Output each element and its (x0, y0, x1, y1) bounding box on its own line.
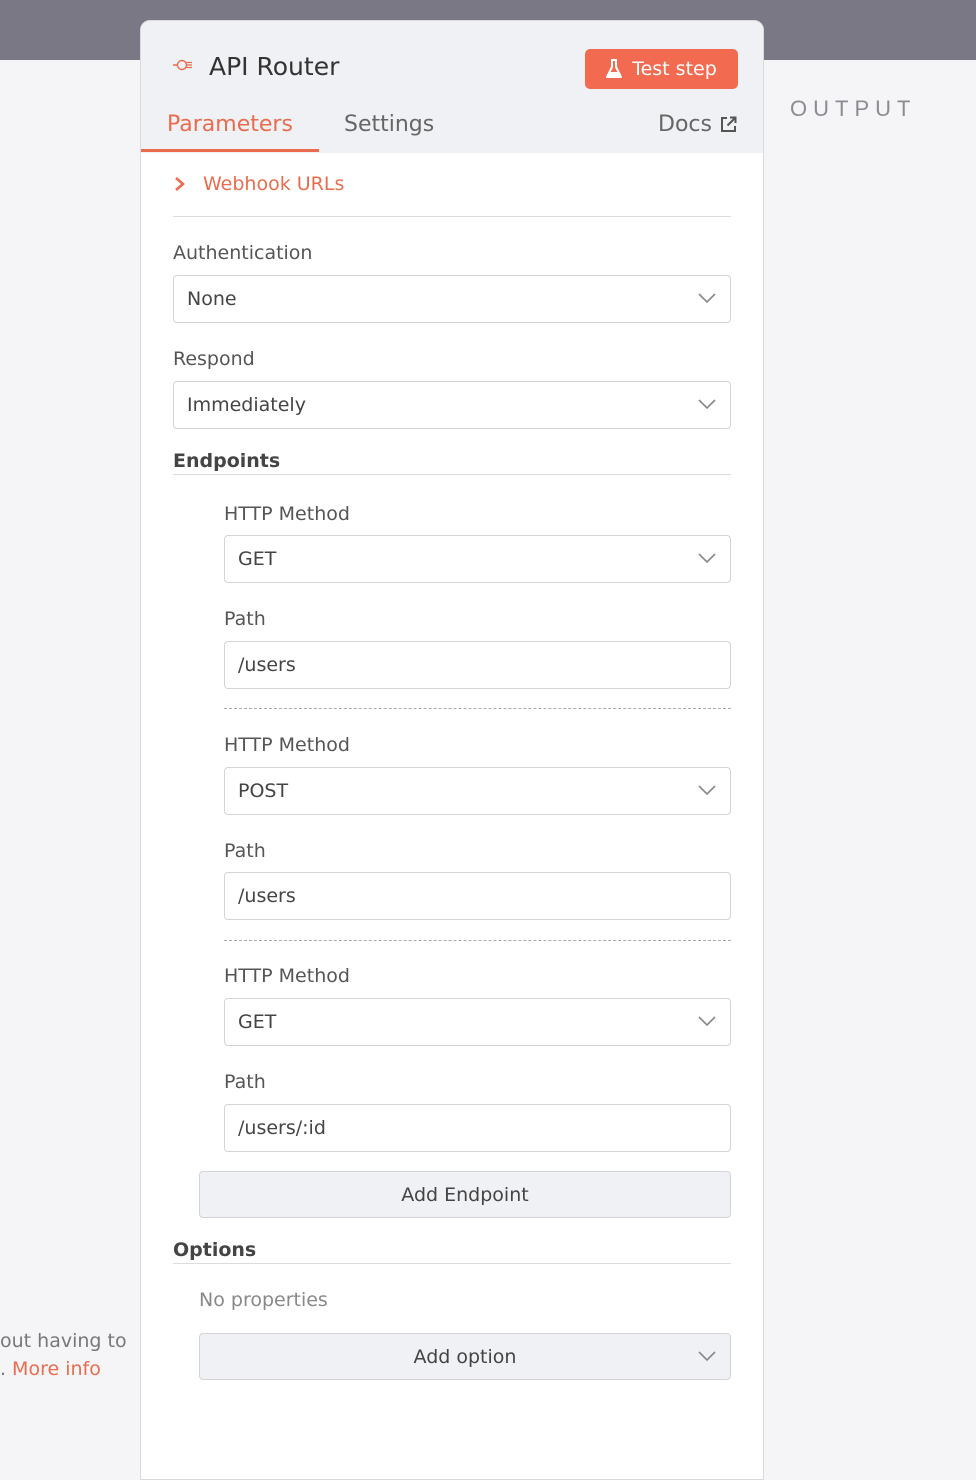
add-option-label: Add option (413, 1345, 517, 1368)
chevron-down-icon (698, 399, 716, 410)
http-method-select[interactable]: GET (224, 535, 731, 583)
divider (173, 474, 731, 475)
endpoints-label: Endpoints (173, 450, 281, 472)
node-settings-panel: API Router Test step Parameters Settings… (140, 20, 764, 1480)
divider (173, 216, 731, 217)
input-hint-line1: out having to (0, 1330, 127, 1352)
output-label: OUTPUT (790, 96, 917, 121)
input-pane (0, 60, 140, 1456)
no-properties-text: No properties (199, 1289, 328, 1311)
authentication-select[interactable]: None (173, 275, 731, 323)
path-input[interactable]: /users/:id (224, 1104, 731, 1152)
input-hint-prefix: . (0, 1358, 7, 1380)
tab-settings[interactable]: Settings (344, 112, 434, 137)
http-method-select[interactable]: POST (224, 767, 731, 815)
tab-parameters[interactable]: Parameters (167, 112, 293, 137)
test-step-button[interactable]: Test step (585, 49, 738, 89)
http-method-label: HTTP Method (224, 734, 350, 756)
path-input[interactable]: /users (224, 872, 731, 920)
webhook-icon (173, 59, 192, 71)
endpoint-separator (224, 708, 731, 709)
add-option-button[interactable]: Add option (199, 1333, 731, 1380)
input-hint-line2: . More info (0, 1358, 101, 1380)
path-label: Path (224, 840, 266, 862)
authentication-value: None (187, 288, 237, 310)
chevron-down-icon (698, 1016, 716, 1027)
options-label: Options (173, 1239, 257, 1261)
docs-label: Docs (658, 112, 712, 137)
http-method-value: GET (238, 548, 277, 570)
external-link-icon (721, 116, 737, 132)
http-method-label: HTTP Method (224, 503, 350, 525)
chevron-down-icon (698, 293, 716, 304)
path-input[interactable]: /users (224, 641, 731, 689)
output-pane (764, 60, 976, 1456)
docs-link[interactable]: Docs (658, 112, 737, 137)
chevron-down-icon (698, 553, 716, 564)
chevron-right-icon (175, 177, 185, 191)
respond-value: Immediately (187, 394, 306, 416)
more-info-link[interactable]: More info (12, 1358, 101, 1380)
chevron-down-icon (698, 785, 716, 796)
webhook-urls-label: Webhook URLs (203, 173, 345, 195)
http-method-value: POST (238, 780, 289, 802)
panel-header: API Router Test step Parameters Settings… (141, 21, 763, 153)
path-label: Path (224, 1071, 266, 1093)
http-method-select[interactable]: GET (224, 998, 731, 1046)
path-label: Path (224, 608, 266, 630)
active-tab-indicator (141, 149, 319, 152)
test-step-label: Test step (632, 58, 717, 80)
webhook-urls-toggle[interactable]: Webhook URLs (173, 173, 344, 195)
node-title[interactable]: API Router (209, 52, 339, 81)
chevron-down-icon (698, 1351, 716, 1362)
add-endpoint-button[interactable]: Add Endpoint (199, 1171, 731, 1218)
http-method-label: HTTP Method (224, 965, 350, 987)
flask-icon (606, 59, 623, 78)
divider (173, 1263, 731, 1264)
respond-label: Respond (173, 348, 255, 370)
authentication-label: Authentication (173, 242, 313, 264)
respond-select[interactable]: Immediately (173, 381, 731, 429)
http-method-value: GET (238, 1011, 277, 1033)
endpoint-separator (224, 940, 731, 941)
